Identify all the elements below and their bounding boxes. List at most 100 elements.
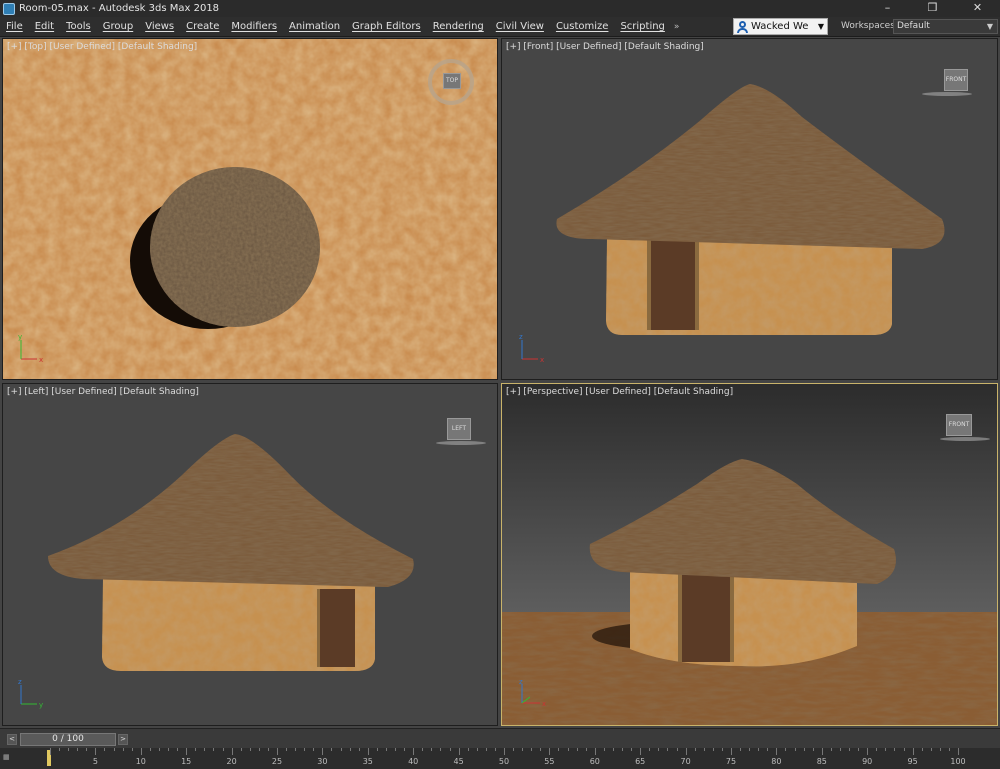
viewport-label[interactable]: [+] [Top] [User Defined] [Default Shadin… — [7, 42, 197, 52]
axis-tripod-icon: x y — [18, 334, 43, 364]
svg-text:y: y — [18, 334, 22, 341]
window-title: Room-05.max - Autodesk 3ds Max 2018 — [19, 3, 220, 14]
menu-create[interactable]: Create — [180, 21, 225, 32]
ruler-label: 45 — [453, 757, 464, 766]
ruler-tick — [349, 748, 351, 751]
menu-overflow-icon[interactable]: » — [674, 22, 684, 32]
viewcube[interactable]: FRONT — [940, 412, 990, 444]
svg-text:z: z — [18, 679, 22, 686]
ruler-tick — [812, 748, 814, 751]
ruler-tick — [694, 748, 696, 751]
menu-rendering[interactable]: Rendering — [427, 21, 490, 32]
app-icon[interactable] — [3, 2, 15, 15]
ruler-tick — [821, 748, 823, 755]
viewport-perspective[interactable]: [+] [Perspective] [User Defined] [Defaul… — [501, 383, 998, 726]
ruler-tick — [59, 748, 61, 751]
user-name: Wacked We — [751, 21, 809, 32]
ruler-tick — [295, 748, 297, 751]
ruler-tick — [903, 748, 905, 751]
chevron-down-icon: ▼ — [817, 22, 825, 31]
menu-scripting[interactable]: Scripting — [614, 21, 670, 32]
ruler-tick — [658, 748, 660, 751]
viewcube[interactable]: TOP — [428, 59, 474, 105]
ruler-tick — [948, 748, 950, 751]
user-account-dropdown[interactable]: Wacked We ▼ — [733, 18, 828, 35]
ruler-tick — [422, 748, 424, 751]
menu-graph-editors[interactable]: Graph Editors — [346, 21, 427, 32]
ruler-tick — [531, 748, 533, 751]
viewport-front[interactable]: [+] [Front] [User Defined] [Default Shad… — [501, 38, 998, 380]
ruler-label: 40 — [408, 757, 419, 766]
ruler-tick — [231, 748, 233, 755]
viewcube[interactable]: FRONT — [922, 67, 972, 99]
ruler-label: 50 — [498, 757, 510, 766]
track-bar[interactable]: ▦ 5 10 15 20 25 30 35 40 45 50 55 60 65 70 75 80 85 90 95 1… — [0, 748, 1000, 769]
time-slider[interactable]: < 0 / 100 > — [0, 728, 1000, 748]
menu-animation[interactable]: Animation — [283, 21, 346, 32]
ruler-tick — [794, 748, 796, 751]
ruler-tick — [749, 748, 751, 751]
ruler-label: 20 — [226, 757, 237, 766]
menu-civil-view[interactable]: Civil View — [490, 21, 550, 32]
previous-frame-button[interactable]: < — [7, 734, 17, 745]
ruler-tick — [721, 748, 723, 751]
ruler-tick — [640, 748, 642, 755]
ruler-label: 100 — [950, 757, 966, 766]
ruler-tick — [649, 748, 651, 751]
close-button[interactable]: ✕ — [955, 0, 1000, 17]
ruler-tick — [113, 748, 115, 751]
ruler-tick — [186, 748, 188, 755]
perspective-view-scene — [502, 384, 997, 725]
hut-door — [678, 574, 734, 662]
ruler-tick — [404, 748, 406, 751]
ruler-tick — [131, 748, 133, 751]
viewcube[interactable]: LEFT — [436, 416, 486, 448]
minimize-button[interactable]: – — [865, 0, 910, 17]
maximize-button[interactable]: ❒ — [910, 0, 955, 17]
time-slider-thumb[interactable]: 0 / 100 — [20, 733, 116, 746]
ruler-tick — [249, 748, 251, 751]
ruler-tick — [867, 748, 869, 755]
ruler-tick — [158, 748, 160, 751]
menu-file[interactable]: File — [0, 21, 29, 32]
title-bar: Room-05.max - Autodesk 3ds Max 2018 – ❒ … — [0, 0, 1000, 17]
ruler-tick — [703, 748, 705, 751]
viewport-left[interactable]: [+] [Left] [User Defined] [Default Shadi… — [2, 383, 498, 726]
viewport-top[interactable]: [+] [Top] [User Defined] [Default Shadin… — [2, 38, 498, 380]
filter-icon[interactable]: ▦ — [3, 753, 10, 761]
axis-tripod-icon: x z — [519, 679, 546, 708]
ruler-tick — [304, 748, 306, 751]
ruler-tick — [513, 748, 515, 751]
svg-text:x: x — [39, 356, 43, 364]
next-frame-button[interactable]: > — [118, 734, 128, 745]
ruler-tick — [830, 748, 832, 751]
ruler-label: 55 — [544, 757, 555, 766]
menu-customize[interactable]: Customize — [550, 21, 615, 32]
viewport-label[interactable]: [+] [Left] [User Defined] [Default Shadi… — [7, 387, 199, 397]
ruler-label: 25 — [271, 757, 283, 766]
viewport-label[interactable]: [+] [Perspective] [User Defined] [Defaul… — [506, 387, 733, 397]
ruler-tick — [467, 748, 469, 751]
ruler-tick — [758, 748, 760, 751]
ruler-tick — [204, 748, 206, 751]
menu-edit[interactable]: Edit — [29, 21, 60, 32]
ruler-tick — [558, 748, 560, 751]
menu-bar: File Edit Tools Group Views Create Modif… — [0, 17, 1000, 37]
ruler-tick — [440, 748, 442, 751]
viewport-label[interactable]: [+] [Front] [User Defined] [Default Shad… — [506, 42, 704, 52]
ruler-label: 15 — [181, 757, 192, 766]
menu-modifiers[interactable]: Modifiers — [225, 21, 283, 32]
ruler-tick — [685, 748, 687, 755]
workspaces-select[interactable]: Default ▼ — [893, 19, 998, 34]
ruler-tick — [731, 748, 732, 755]
ruler-tick — [485, 748, 487, 751]
menu-views[interactable]: Views — [139, 21, 180, 32]
menu-group[interactable]: Group — [97, 21, 139, 32]
ruler-label: 65 — [635, 757, 646, 766]
menu-tools[interactable]: Tools — [60, 21, 97, 32]
ruler-tick — [667, 748, 669, 751]
svg-text:x: x — [540, 356, 544, 364]
ruler-tick — [385, 748, 387, 751]
user-icon — [737, 20, 748, 33]
ruler-tick — [876, 748, 878, 751]
